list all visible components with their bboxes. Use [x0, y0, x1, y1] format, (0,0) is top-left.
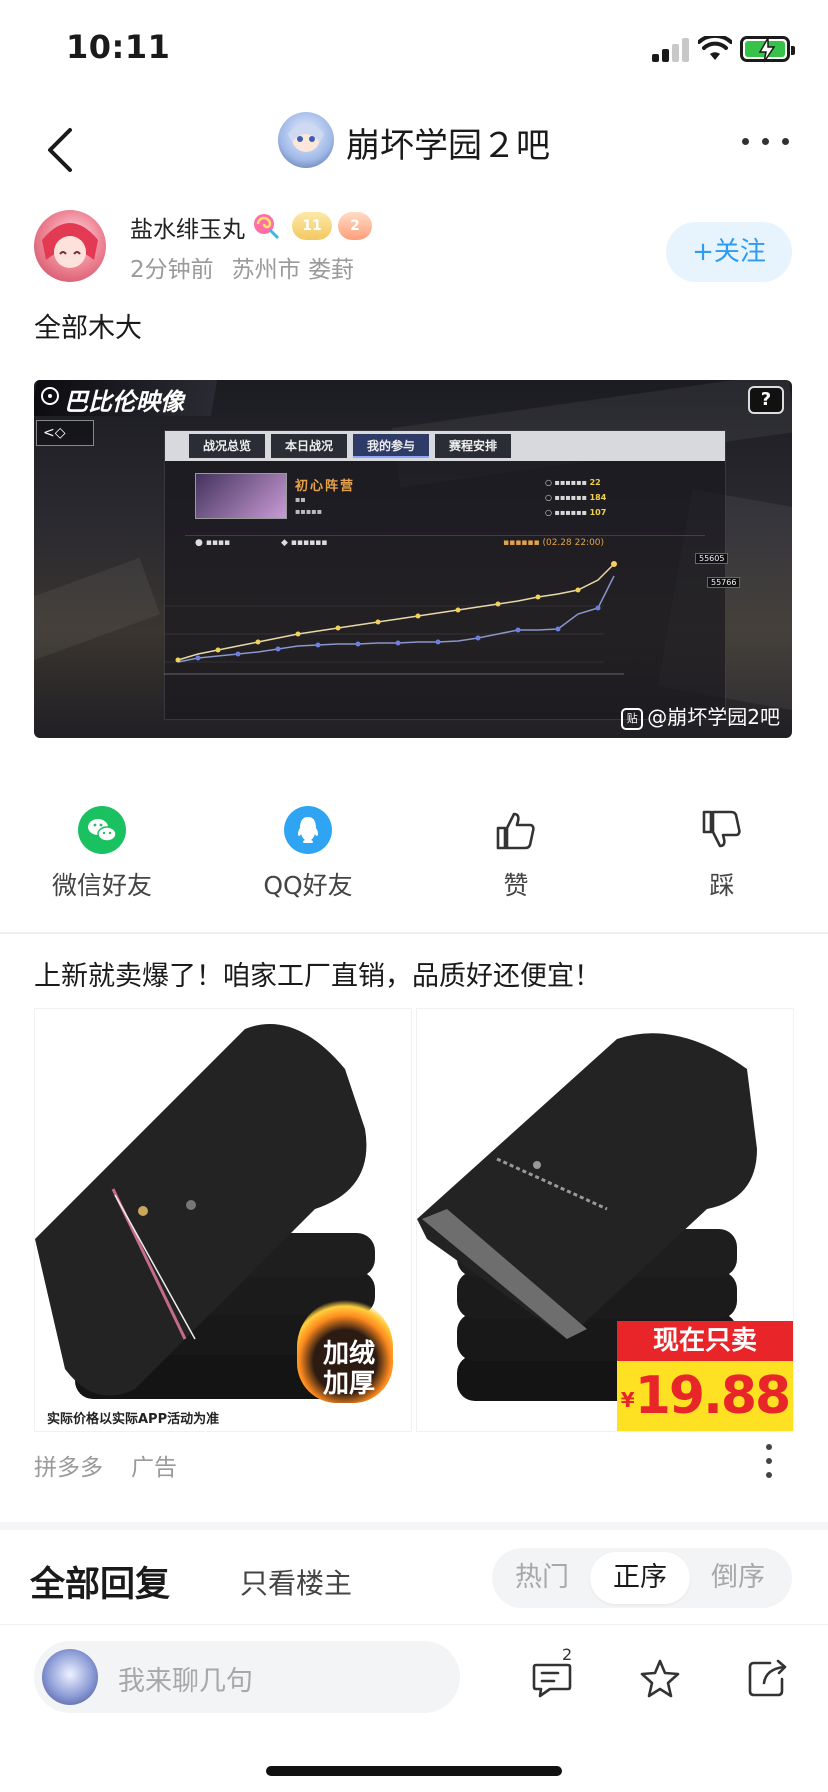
share-wechat-label: 微信好友: [51, 871, 152, 900]
ad-more-icon[interactable]: [766, 1444, 774, 1480]
sort-toggle: 热门 正序 倒序: [492, 1548, 792, 1608]
image-tab: 赛程安排: [435, 434, 512, 458]
dislike-button[interactable]: 踩: [642, 806, 802, 902]
image-back-icon: <◇: [36, 420, 94, 446]
image-line-chart: [164, 561, 624, 675]
image-watermark: 贴 @崩坏学园2吧: [621, 701, 780, 730]
post-time: 2分钟前: [130, 257, 214, 283]
ad-image-right[interactable]: 现在只卖 ¥19.88起: [416, 1008, 794, 1432]
share-qq-button[interactable]: QQ好友: [228, 806, 388, 902]
author-avatar[interactable]: [34, 210, 106, 282]
help-icon: ?: [748, 386, 784, 414]
sort-ascending[interactable]: 正序: [590, 1552, 690, 1604]
more-options-icon[interactable]: [742, 136, 790, 148]
ad-source: 拼多多 广告: [34, 1448, 177, 1482]
back-chevron-icon[interactable]: [40, 120, 80, 180]
ad-source-name: 拼多多: [34, 1455, 103, 1481]
character-card: [195, 473, 287, 519]
film-reel-icon: [41, 387, 59, 405]
wifi-icon: [698, 36, 732, 60]
price-tag-heading: 现在只卖: [617, 1321, 793, 1361]
navigation-bar: 崩坏学园２吧: [0, 100, 828, 200]
ad-title[interactable]: 上新就卖爆了！咱家工厂直销，品质好还便宜！: [34, 954, 601, 993]
post-image[interactable]: 巴比伦映像 ? <◇ 战况总览 本日战况 我的参与 赛程安排 初心阵营 ▪▪ ▪…: [34, 380, 792, 738]
ad-disclaimer: 实际价格以实际APP活动为准: [47, 1412, 220, 1427]
image-tab-active: 我的参与: [353, 434, 430, 458]
share-icon[interactable]: [744, 1655, 792, 1703]
flame-badge-text: 加绒 加厚: [322, 1339, 375, 1399]
thumbs-up-icon: [496, 812, 535, 850]
post-meta: 2分钟前 苏州市 娄葑: [130, 250, 354, 284]
level-badge: 11: [292, 212, 332, 240]
camp-subtitle: ▪▪: [295, 495, 306, 504]
qq-icon: [284, 806, 332, 854]
star-icon[interactable]: [636, 1655, 684, 1703]
like-label: 赞: [503, 871, 529, 900]
camp-subtitle: ▪▪▪▪▪: [295, 507, 323, 516]
forum-avatar[interactable]: [278, 112, 334, 168]
like-button[interactable]: 赞: [436, 806, 596, 902]
user-avatar: [42, 1649, 98, 1705]
image-title: 巴比伦映像: [64, 388, 184, 416]
share-qq-label: QQ好友: [263, 871, 353, 900]
divider: [0, 932, 828, 934]
comment-count: 2: [562, 1645, 573, 1664]
wechat-icon: [78, 806, 126, 854]
ad-image-left[interactable]: 加绒 加厚 实际价格以实际APP活动为准: [34, 1008, 412, 1432]
tieba-logo-icon: 贴: [621, 708, 644, 730]
sort-descending[interactable]: 倒序: [688, 1552, 788, 1604]
price-tag-amount: ¥19.88起: [617, 1361, 793, 1431]
section-divider: [0, 1522, 828, 1530]
tab-op-only[interactable]: 只看楼主: [240, 1562, 352, 1602]
image-tabs: 战况总览 本日战况 我的参与 赛程安排: [165, 431, 725, 461]
watermark-text: @崩坏学园2吧: [647, 705, 780, 729]
image-tab: 本日战况: [271, 434, 348, 458]
status-time: 10:11: [66, 28, 171, 66]
post-text: 全部木大: [34, 313, 142, 344]
tab-all-replies[interactable]: 全部回复: [30, 1556, 170, 1607]
author-name[interactable]: 盐水绯玉丸: [130, 210, 245, 244]
camp-stats: ○ ▪▪▪▪▪▪ 22 ○ ▪▪▪▪▪▪ 184 ○ ▪▪▪▪▪▪ 107: [545, 478, 607, 517]
battery-icon: [740, 36, 795, 63]
image-tab: 战况总览: [189, 434, 266, 458]
post-location: 苏州市 娄葑: [231, 257, 354, 283]
price-tag: 现在只卖 ¥19.88起: [617, 1321, 793, 1431]
ad-label: 广告: [131, 1455, 177, 1481]
comment-input[interactable]: 我来聊几句: [34, 1641, 460, 1713]
dislike-label: 踩: [709, 871, 735, 900]
cellular-signal-icon: [652, 38, 690, 62]
comment-placeholder: 我来聊几句: [118, 1666, 253, 1697]
sort-hot[interactable]: 热门: [492, 1552, 592, 1604]
share-wechat-button[interactable]: 微信好友: [22, 806, 182, 902]
share-row: 微信好友 QQ好友 赞 踩: [0, 806, 828, 902]
forum-title[interactable]: 崩坏学园２吧: [346, 118, 550, 167]
chart-legend: ● ▪▪▪▪ ◆ ▪▪▪▪▪▪ ▪▪▪▪▪▪ (02.28 22:00): [185, 535, 705, 551]
home-indicator: [266, 1766, 562, 1776]
status-bar: 10:11: [0, 0, 828, 100]
chart-value-bottom: 55766: [707, 577, 741, 588]
camp-name: 初心阵营: [295, 479, 356, 494]
follow-button[interactable]: +关注: [666, 222, 792, 282]
lollipop-icon: [254, 214, 280, 240]
thumbs-down-icon: [702, 810, 741, 848]
honor-badge: 2: [338, 212, 372, 240]
